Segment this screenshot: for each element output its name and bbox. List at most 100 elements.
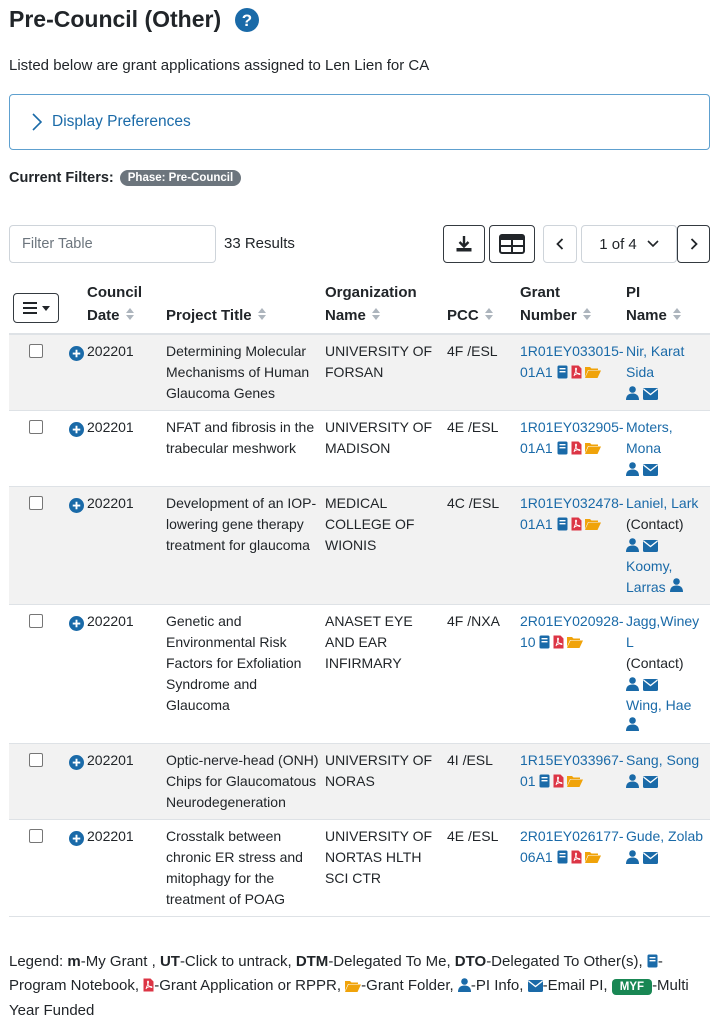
project-title-header[interactable]: Project Title (166, 275, 325, 335)
grant-number-link[interactable]: 2R01EY026177- (520, 828, 624, 844)
pdf-icon[interactable] (553, 774, 564, 788)
organization-cell: MEDICAL COLLEGE OF WIONIS (325, 486, 447, 605)
pi-name-link[interactable]: Moters, Mona (626, 419, 673, 456)
plus-circle-icon[interactable] (69, 422, 84, 437)
folder-icon[interactable] (584, 442, 601, 454)
pi-name-link[interactable]: Koomy, Larras (626, 558, 672, 595)
row-checkbox[interactable] (29, 614, 43, 628)
plus-circle-icon[interactable] (69, 831, 84, 846)
filter-pill-phase[interactable]: Phase: Pre-Council (119, 170, 242, 186)
row-select-cell (9, 486, 65, 605)
envelope-icon[interactable] (642, 388, 658, 400)
page-subtitle: Listed below are grant applications assi… (9, 57, 430, 74)
pi-name-cell: Laniel, Lark (Contact) Koomy, Larras (626, 486, 710, 605)
plus-circle-icon[interactable] (69, 498, 84, 513)
pi-name-link[interactable]: Wing, Hae (626, 697, 691, 713)
row-checkbox[interactable] (29, 420, 43, 434)
prev-page-button[interactable] (543, 225, 577, 263)
grant-number-link-suffix[interactable]: 01A1 (520, 364, 553, 380)
legend-dtm-text: -Delegated To Me, (328, 953, 451, 970)
row-select-cell (9, 334, 65, 411)
notebook-icon[interactable] (557, 850, 568, 864)
page-select[interactable]: 1 of 4 (581, 225, 677, 263)
folder-icon[interactable] (584, 366, 601, 378)
legend-ut: UT (159, 953, 180, 970)
envelope-icon[interactable] (642, 540, 658, 552)
pi-name-link[interactable]: Gude, Zolab (626, 828, 703, 844)
person-icon[interactable] (626, 462, 639, 476)
organization-cell: UNIVERSITY OF FORSAN (325, 334, 447, 411)
notebook-icon[interactable] (557, 517, 568, 531)
table-layout-button[interactable] (489, 225, 535, 263)
folder-icon[interactable] (567, 775, 584, 787)
folder-icon[interactable] (584, 518, 601, 530)
notebook-icon[interactable] (539, 774, 550, 788)
question-circle-icon[interactable]: ? (235, 7, 260, 32)
pi-name-header[interactable]: PI Name (626, 275, 710, 335)
envelope-icon[interactable] (642, 776, 658, 788)
person-icon[interactable] (626, 386, 639, 400)
column-menu-button[interactable] (13, 293, 59, 323)
table-toolbar: 33 Results 1 of 4 (9, 225, 710, 263)
person-icon[interactable] (626, 717, 639, 731)
plus-circle-icon[interactable] (69, 755, 84, 770)
row-checkbox[interactable] (29, 344, 43, 358)
plus-circle-icon[interactable] (69, 616, 84, 631)
person-icon[interactable] (626, 774, 639, 788)
legend-dtm: DTM (295, 953, 329, 970)
person-icon[interactable] (669, 578, 683, 592)
notebook-icon[interactable] (557, 365, 568, 379)
row-select-cell (9, 819, 65, 917)
grant-number-link[interactable]: 1R01EY032905- (520, 419, 624, 435)
next-page-button[interactable] (677, 225, 710, 263)
sort-icon (257, 308, 266, 320)
grant-number-link-suffix[interactable]: 01A1 (520, 440, 553, 456)
pi-name-link[interactable]: Laniel, Lark (626, 495, 698, 511)
filter-table-input[interactable] (9, 225, 216, 263)
envelope-icon[interactable] (642, 679, 658, 691)
legend-m: m (67, 953, 81, 970)
person-icon[interactable] (626, 677, 639, 691)
pdf-icon[interactable] (553, 635, 564, 649)
pdf-icon[interactable] (571, 850, 582, 864)
grant-number-link-suffix[interactable]: 01 (520, 773, 536, 789)
notebook-icon[interactable] (539, 635, 550, 649)
display-preferences-toggle[interactable]: Display Preferences (9, 94, 710, 150)
folder-icon (345, 981, 362, 992)
grant-number-link[interactable]: 1R15EY033967- (520, 752, 624, 768)
expand-header (65, 275, 87, 335)
row-checkbox[interactable] (29, 753, 43, 767)
pdf-icon[interactable] (571, 441, 582, 455)
grant-number-link-suffix[interactable]: 01A1 (520, 516, 553, 532)
grant-number-link[interactable]: 1R01EY032478- (520, 495, 624, 511)
person-icon[interactable] (626, 850, 639, 864)
row-checkbox[interactable] (29, 496, 43, 510)
pdf-icon[interactable] (571, 517, 582, 531)
sort-icon (484, 308, 493, 320)
folder-icon[interactable] (584, 851, 601, 863)
pi-name-link[interactable]: Jagg,Winey L (626, 613, 699, 650)
pdf-icon[interactable] (571, 365, 582, 379)
council-date-header[interactable]: Council Date (87, 275, 166, 335)
envelope-icon[interactable] (642, 464, 658, 476)
pcc-header[interactable]: PCC (447, 275, 520, 335)
grant-number-link-suffix[interactable]: 10 (520, 634, 536, 650)
download-icon (456, 236, 472, 252)
download-button[interactable] (443, 225, 485, 263)
grant-icons (539, 635, 584, 649)
grant-number-link[interactable]: 1R01EY033015- (520, 343, 624, 359)
notebook-icon[interactable] (557, 441, 568, 455)
chevron-down-icon (647, 240, 659, 248)
folder-icon[interactable] (567, 636, 584, 648)
pi-name-link[interactable]: Sang, Song (626, 752, 699, 768)
grant-number-header[interactable]: Grant Number (520, 275, 626, 335)
grant-number-link[interactable]: 2R01EY020928- (520, 613, 624, 629)
organization-name-header[interactable]: Organization Name (325, 275, 447, 335)
plus-circle-icon[interactable] (69, 346, 84, 361)
row-checkbox[interactable] (29, 829, 43, 843)
legend: Legend: m-My Grant , UT-Click to untrack… (9, 950, 714, 1023)
envelope-icon[interactable] (642, 852, 658, 864)
pi-name-link[interactable]: Nir, Karat Sida (626, 343, 684, 380)
person-icon[interactable] (626, 538, 639, 552)
grant-number-link-suffix[interactable]: 06A1 (520, 849, 553, 865)
